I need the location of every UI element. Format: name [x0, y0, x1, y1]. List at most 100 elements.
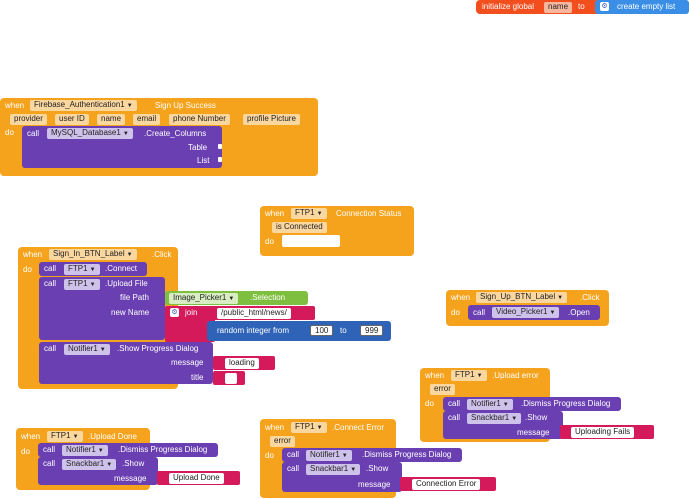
do-label: do: [425, 399, 434, 408]
title-text-block[interactable]: [213, 371, 245, 385]
join-label: join: [185, 308, 198, 317]
snackbar-show-call[interactable]: call Snackbar1 ▼ .Show message: [38, 457, 158, 485]
ftp-connection-status-event[interactable]: when FTP1 ▼ Connection Status is Connecte…: [260, 206, 414, 256]
method-name: .Dismiss Progress Dialog: [362, 450, 452, 459]
dropdown-arrow-icon: ▼: [557, 295, 564, 301]
component-dropdown[interactable]: Firebase_Authentication1 ▼: [30, 100, 137, 111]
message-text-block[interactable]: Uploading Fails: [560, 425, 654, 439]
notifier-dropdown[interactable]: Notifier1 ▼: [62, 445, 108, 456]
method-name: .Create_Columns: [144, 129, 207, 138]
do-label: do: [451, 308, 460, 317]
input-socket[interactable]: [218, 144, 222, 149]
notifier-dropdown[interactable]: Notifier1 ▼: [64, 344, 110, 355]
method-name: .Connect: [105, 264, 138, 273]
blocks-workspace[interactable]: { "global": { "init_label": "initialize …: [0, 0, 689, 499]
random-from-value[interactable]: 100: [310, 325, 334, 336]
create-empty-list-block[interactable]: ⚙ create empty list: [595, 0, 689, 14]
notifier-dropdown[interactable]: Notifier1 ▼: [467, 399, 513, 410]
component-dropdown[interactable]: FTP1 ▼: [451, 370, 487, 381]
show-progress-dialog-call[interactable]: call Notifier1 ▼ .Show Progress Dialog me…: [39, 342, 213, 384]
dropdown-arrow-icon: ▼: [350, 467, 357, 473]
when-label: when: [5, 101, 25, 110]
message-text-block[interactable]: Upload Done: [157, 471, 240, 485]
dismiss-progress-call[interactable]: call Notifier1 ▼ .Dismiss Progress Dialog: [282, 448, 462, 462]
param-user-id[interactable]: user ID: [55, 114, 89, 125]
dismiss-progress-call[interactable]: call Notifier1 ▼ .Dismiss Progress Dialog: [443, 397, 621, 411]
param-is-connected[interactable]: is Connected: [272, 222, 327, 233]
global-var-name[interactable]: name: [544, 2, 573, 13]
video-picker-open-call[interactable]: call Video_Picker1 ▼ .Open: [468, 305, 600, 320]
message-text-block[interactable]: Connection Error: [400, 477, 496, 491]
event-name: .Click: [580, 293, 600, 302]
gear-icon[interactable]: ⚙: [600, 2, 609, 11]
message-text-value[interactable]: Upload Done: [169, 473, 224, 484]
snackbar-dropdown[interactable]: Snackbar1 ▼: [62, 459, 117, 470]
dropdown-arrow-icon: ▼: [99, 347, 106, 353]
component-name: FTP1: [455, 370, 475, 379]
param-error[interactable]: error: [430, 384, 455, 395]
message-label: message: [114, 474, 147, 483]
path-text-block[interactable]: /public_html/news/: [207, 306, 315, 320]
create-columns-call[interactable]: call MySQL_Database1 ▼ .Create_Columns Ta…: [22, 126, 222, 168]
global-variable-block[interactable]: initialize global name to ⚙ create empty…: [476, 0, 689, 14]
call-label: call: [448, 399, 461, 408]
do-label: do: [21, 447, 30, 456]
component-dropdown[interactable]: FTP1 ▼: [47, 431, 83, 442]
title-text-value[interactable]: [225, 373, 237, 384]
target-dropdown[interactable]: Video_Picker1 ▼: [492, 307, 560, 318]
message-text-value[interactable]: Connection Error: [412, 479, 481, 490]
call-label: call: [473, 308, 486, 317]
param-error[interactable]: error: [270, 436, 295, 447]
call-label: call: [43, 445, 56, 454]
method-name: .Show: [122, 459, 145, 468]
empty-do-slot[interactable]: [282, 235, 340, 247]
param-phone-number[interactable]: phone Number: [169, 114, 230, 125]
param-profile-picture[interactable]: profile Picture: [243, 114, 300, 125]
signup-success-event[interactable]: when Firebase_Authentication1 ▼ Sign Up S…: [0, 98, 318, 176]
ftp-upload-file-call[interactable]: call FTP1 ▼ .Upload File file Path new Na…: [39, 277, 165, 340]
new-name-label: new Name: [111, 308, 150, 317]
ftp-connect-call[interactable]: call FTP1 ▼ .Connect: [39, 262, 147, 276]
signup-click-event[interactable]: when Sign_Up_BTN_Label ▼ .Click do call V…: [446, 290, 609, 326]
dismiss-progress-call[interactable]: call Notifier1 ▼ .Dismiss Progress Dialog: [38, 443, 218, 457]
path-text-value[interactable]: /public_html/news/: [217, 308, 291, 319]
image-picker-dropdown[interactable]: Image_Picker1 ▼: [169, 293, 239, 304]
snackbar-dropdown[interactable]: Snackbar1 ▼: [467, 413, 522, 424]
param-email[interactable]: email: [133, 114, 161, 125]
component-dropdown[interactable]: Sign_In_BTN_Label ▼: [49, 249, 137, 260]
component-name: FTP1: [68, 264, 88, 273]
do-label: do: [23, 265, 32, 274]
event-name: Sign Up Success: [155, 101, 216, 110]
component-dropdown[interactable]: FTP1 ▼: [291, 422, 327, 433]
message-label: message: [171, 358, 204, 367]
ftp-dropdown[interactable]: FTP1 ▼: [64, 264, 100, 275]
param-name[interactable]: name: [97, 114, 126, 125]
gear-icon[interactable]: ⚙: [170, 308, 179, 317]
notifier-dropdown[interactable]: Notifier1 ▼: [306, 450, 352, 461]
component-name: FTP1: [295, 208, 315, 217]
message-text-block[interactable]: loading: [213, 356, 275, 370]
call-label: call: [287, 450, 300, 459]
random-to-value[interactable]: 999: [360, 325, 384, 336]
snackbar-dropdown[interactable]: Snackbar1 ▼: [306, 464, 361, 475]
message-label: message: [517, 428, 550, 437]
param-provider[interactable]: provider: [10, 114, 47, 125]
when-label: when: [451, 293, 471, 302]
ftp-dropdown[interactable]: FTP1 ▼: [64, 279, 100, 290]
call-label: call: [43, 459, 56, 468]
input-socket[interactable]: [218, 157, 222, 162]
call-label: call: [44, 264, 57, 273]
component-dropdown[interactable]: Sign_Up_BTN_Label ▼: [476, 292, 568, 303]
component-dropdown[interactable]: FTP1 ▼: [291, 208, 327, 219]
method-name: .Open: [568, 308, 590, 317]
snackbar-show-call[interactable]: call Snackbar1 ▼ .Show message: [443, 411, 563, 439]
snackbar-show-call[interactable]: call Snackbar1 ▼ .Show message: [282, 462, 402, 492]
target-dropdown[interactable]: MySQL_Database1 ▼: [47, 128, 133, 139]
create-empty-list-label: create empty list: [617, 2, 676, 11]
image-picker-selection-getter[interactable]: Image_Picker1 ▼ .Selection: [165, 291, 308, 305]
dropdown-arrow-icon: ▼: [126, 252, 133, 258]
random-integer-block[interactable]: random integer from 100 to 999: [207, 321, 391, 341]
message-text-value[interactable]: loading: [225, 358, 259, 369]
title-label: title: [191, 373, 204, 382]
message-text-value[interactable]: Uploading Fails: [571, 427, 635, 438]
